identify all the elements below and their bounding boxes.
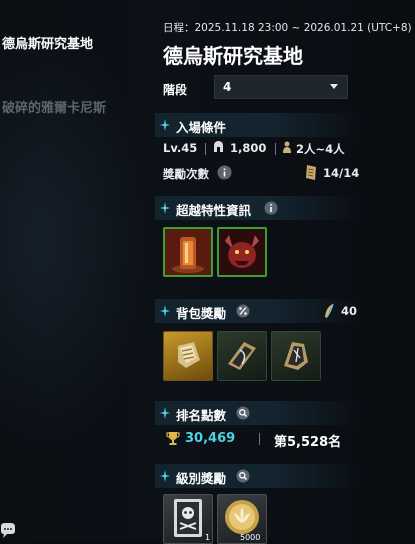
tier-rewards-header: 級別獎勵 [155,464,360,488]
transcend-info-title: 超越特性資訊 [176,203,252,218]
demon-boss-icon [219,229,265,275]
item-quantity: 1 [205,533,211,542]
bag-rewards-title: 背包獎勵 [176,306,227,321]
boot-icon [284,342,308,370]
person-icon [283,141,291,153]
stage-dropdown[interactable]: 4 [214,75,348,99]
info-icon[interactable] [217,165,232,180]
ticket-icon [306,165,316,180]
boss-monster-tile[interactable] [217,227,267,277]
sparkle-icon [160,119,170,131]
chevron-down-icon [330,84,338,89]
required-power: 1,800 [230,141,267,155]
item-quantity: 5000 [240,533,261,542]
page-title: 德烏斯研究基地 [163,44,303,68]
sidebar-item-deus-lab[interactable]: 德烏斯研究基地 [2,33,93,52]
ranking-points-value: 30,469 [185,431,236,446]
entry-conditions-header: 入場條件 [155,113,360,137]
bag-reward-tile[interactable] [271,331,321,381]
helmet-icon [214,141,223,152]
bracer-icon [228,342,256,370]
feather-icon [325,303,334,318]
magnifier-icon[interactable] [236,406,250,420]
bag-reward-tile[interactable] [217,331,267,381]
percent-icon[interactable] [236,304,250,318]
party-size: 2人~4人 [296,142,345,156]
bag-bonus-value: 40 [341,304,358,318]
tier-rewards-title: 級別獎勵 [176,471,227,486]
sparkle-icon [160,470,170,482]
magnifier-icon[interactable] [236,469,250,483]
chat-bubble-icon[interactable] [0,522,16,540]
gauntlet-icon [178,342,200,368]
tier-reward-tile[interactable]: 1 [163,494,213,544]
divider [259,433,260,445]
dungeon-sidebar: 德烏斯研究基地 破碎的雅爾卡尼斯 [0,0,150,540]
reward-count-label: 獎勵次數 [163,167,209,181]
bag-reward-tile[interactable] [163,331,213,381]
stage-label: 階段 [163,83,188,97]
ranking-points-title: 排名點數 [176,408,227,423]
info-icon[interactable] [264,201,278,215]
ranking-position: 第5,528名 [274,435,342,450]
divider [275,143,276,155]
dungeon-detail-panel: 日程：2025.11.18 23:00 ~ 2026.01.21 (UTC+8)… [155,0,415,544]
transcend-info-header: 超越特性資訊 [155,196,360,220]
sparkle-icon [160,202,170,214]
sidebar-item-broken-yarkanis[interactable]: 破碎的雅爾卡尼斯 [2,97,106,116]
transcend-trait-tile[interactable] [163,227,213,277]
schedule-text: 日程：2025.11.18 23:00 ~ 2026.01.21 (UTC+8) [163,22,412,34]
trophy-icon [166,432,180,445]
stage-value: 4 [223,80,232,94]
sparkle-icon [160,305,170,317]
ranking-points-header: 排名點數 [155,401,360,425]
entry-conditions-title: 入場條件 [176,120,227,135]
reward-count: 14/14 [323,166,360,180]
tier-reward-tile[interactable]: 5000 [217,494,267,544]
required-level: Lv.45 [163,141,198,155]
divider [205,143,206,155]
sparkle-icon [160,407,170,419]
crystal-pillar-icon [165,229,211,275]
